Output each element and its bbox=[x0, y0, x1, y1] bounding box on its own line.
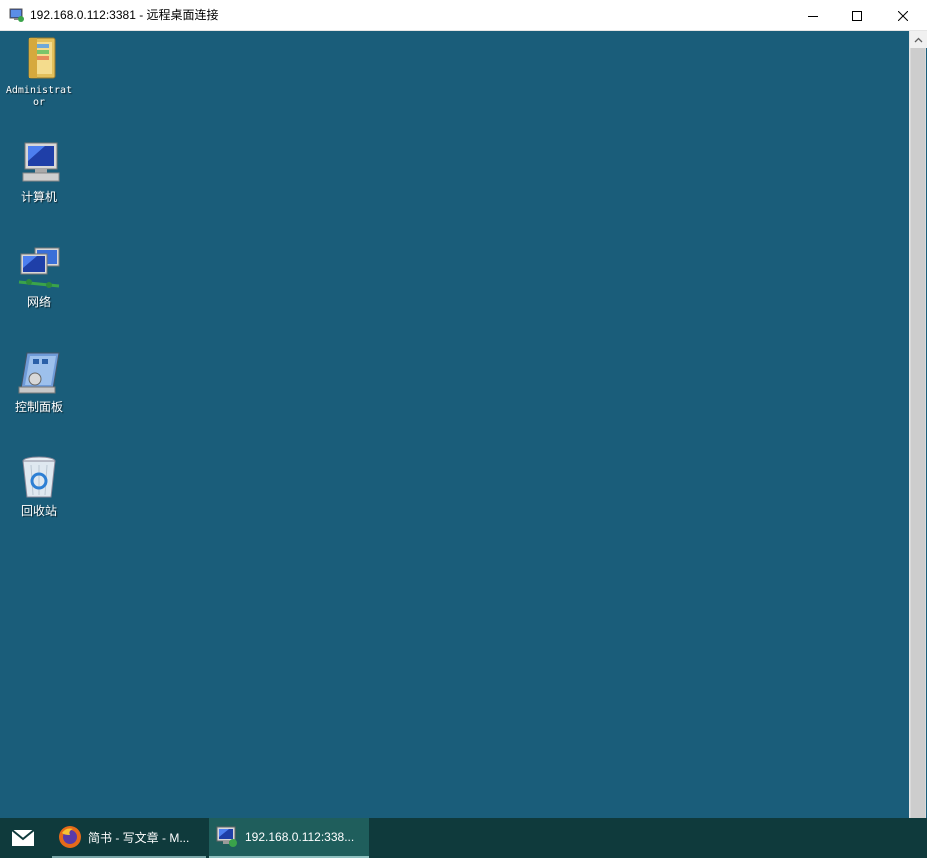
taskbar: 简书 - 写文章 - M... 192.168.0.112:338... bbox=[0, 818, 927, 858]
network-icon bbox=[15, 244, 63, 292]
minimize-icon bbox=[808, 15, 818, 17]
remote-desktop-icon bbox=[9, 8, 25, 22]
control-panel-icon bbox=[15, 349, 63, 397]
window-titlebar[interactable]: 192.168.0.112:3381 - 远程桌面连接 bbox=[0, 0, 927, 31]
remote-desktop-icon bbox=[215, 825, 239, 849]
taskbar-app-label: 192.168.0.112:338... bbox=[245, 830, 355, 844]
taskbar-app-remote-desktop[interactable]: 192.168.0.112:338... bbox=[209, 818, 369, 858]
window-title: 192.168.0.112:3381 - 远程桌面连接 bbox=[30, 8, 219, 22]
desktop-icon-label: Administrator bbox=[5, 85, 73, 108]
mail-icon bbox=[11, 829, 35, 846]
user-folder-icon bbox=[15, 34, 63, 82]
close-button[interactable] bbox=[880, 0, 926, 31]
maximize-icon bbox=[852, 10, 862, 21]
chevron-up-icon bbox=[914, 37, 923, 42]
desktop-icon-label: 网络 bbox=[26, 295, 51, 309]
maximize-button[interactable] bbox=[834, 0, 880, 31]
recycle-bin-icon bbox=[15, 453, 63, 501]
desktop-icon-administrator[interactable]: Administrator bbox=[1, 34, 77, 109]
close-icon bbox=[898, 10, 908, 21]
scroll-up-button[interactable] bbox=[910, 31, 927, 48]
scroll-thumb[interactable] bbox=[911, 48, 925, 818]
desktop-icon-label: 控制面板 bbox=[14, 400, 63, 414]
firefox-icon bbox=[58, 825, 82, 849]
taskbar-app-firefox[interactable]: 简书 - 写文章 - M... bbox=[52, 818, 206, 858]
desktop-icon-label: 计算机 bbox=[20, 190, 57, 204]
desktop-icon-network[interactable]: 网络 bbox=[1, 244, 77, 309]
vertical-scrollbar[interactable] bbox=[909, 31, 927, 818]
taskbar-app-label: 简书 - 写文章 - M... bbox=[88, 830, 190, 845]
desktop-icon-recycle-bin[interactable]: 回收站 bbox=[1, 453, 77, 518]
computer-icon bbox=[15, 139, 63, 187]
mail-button[interactable] bbox=[0, 818, 46, 858]
desktop-icon-label: 回收站 bbox=[20, 504, 57, 518]
remote-desktop-area[interactable]: Administrator 计算机 网络 控制面板 回收站 bbox=[1, 31, 909, 818]
desktop-icon-control-panel[interactable]: 控制面板 bbox=[1, 349, 77, 414]
minimize-button[interactable] bbox=[790, 0, 836, 31]
desktop-icon-computer[interactable]: 计算机 bbox=[1, 139, 77, 204]
